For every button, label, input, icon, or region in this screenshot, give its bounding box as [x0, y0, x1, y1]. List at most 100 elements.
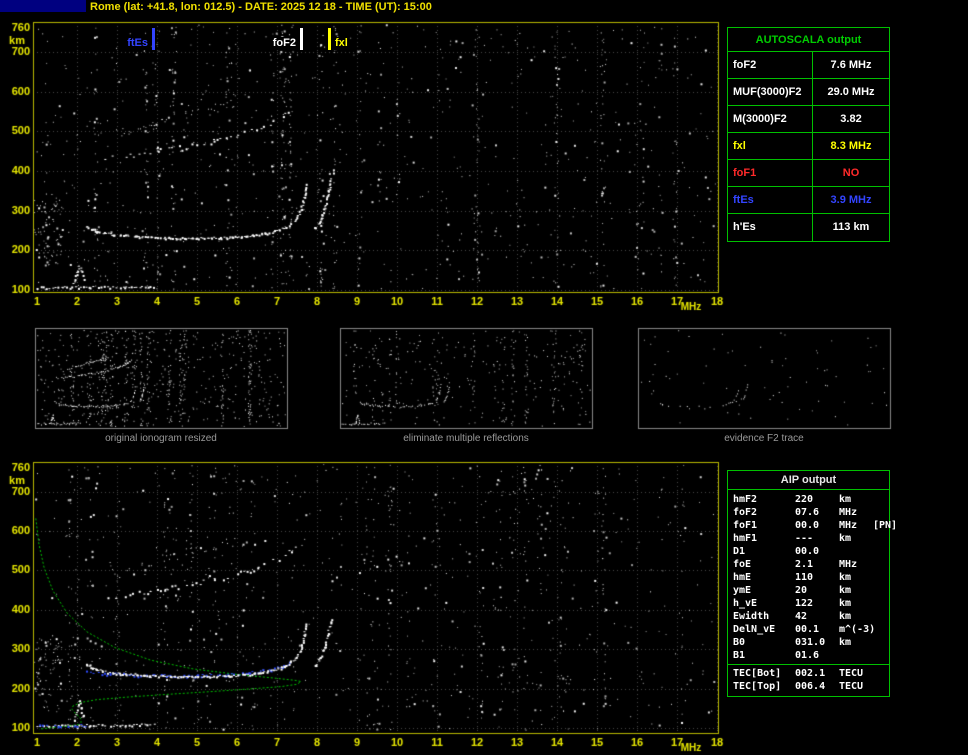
autoscala-row: MUF(3000)F2 29.0 MHz: [728, 79, 889, 106]
aip-row-value: 00.0: [795, 546, 820, 557]
aip-table-title: AIP output: [728, 471, 889, 490]
aip-row: hmF1 --- km: [728, 532, 889, 545]
aip-row-unit: TECU: [839, 681, 864, 692]
aip-row-label: B1: [733, 650, 746, 661]
aip-row-unit: [839, 649, 873, 662]
thumbnail-caption-reflections: eliminate multiple reflections: [403, 433, 529, 444]
aip-row: TEC[Bot] 002.1 TECU: [728, 667, 889, 680]
aip-row-unit: km: [839, 533, 852, 544]
autoscala-row-value: 3.82: [840, 113, 862, 125]
aip-row-label: ymE: [733, 585, 752, 596]
aip-row-label: foF2: [733, 507, 758, 518]
aip-row: B0 031.0 km: [728, 636, 889, 649]
autoscala-row-label: fxl: [728, 133, 813, 159]
aip-row-label: B0: [733, 637, 746, 648]
autoscala-row: foF2 7.6 MHz: [728, 52, 889, 79]
aip-row-value: 002.1: [795, 668, 826, 679]
aip-row-unit: km: [839, 494, 852, 505]
aip-row-unit: MHz: [839, 520, 858, 531]
aip-row-label: D1: [733, 546, 746, 557]
aip-row-value: 42: [795, 611, 808, 622]
thumbnail-caption-original: original ionogram resized: [105, 433, 217, 444]
aip-row-value: 2.1: [795, 559, 814, 570]
aip-row: hmF2 220 km: [728, 493, 889, 506]
aip-tec-separator: [728, 664, 889, 665]
aip-row: DelN_vE 00.1 m^(-3): [728, 623, 889, 636]
autoscala-table-title: AUTOSCALA output: [728, 28, 889, 52]
aip-row-value: 00.1: [795, 624, 820, 635]
aip-row-extra: [873, 597, 889, 610]
aip-row: TEC[Top] 006.4 TECU: [728, 680, 889, 693]
aip-row-value: 031.0: [795, 637, 826, 648]
aip-row-extra: [PN]: [873, 520, 898, 531]
aip-row: B1 01.6: [728, 649, 889, 662]
aip-row: foF1 00.0 MHz [PN]: [728, 519, 897, 532]
aip-row-unit: km: [839, 637, 852, 648]
autoscala-row: h'Es 113 km: [728, 214, 889, 241]
autoscala-row-label: M(3000)F2: [728, 106, 813, 132]
autoscala-row: ftEs 3.9 MHz: [728, 187, 889, 214]
aip-table-rows: hmF2 220 km foF2 07.6 MHz foF1 00.0 MHz [PN] hmF1 -…: [728, 493, 897, 693]
aip-row-unit: km: [839, 585, 852, 596]
aip-row: foE 2.1 MHz: [728, 558, 889, 571]
aip-row-extra: [873, 667, 889, 680]
aip-row-extra: [873, 506, 889, 519]
aip-row: Ewidth 42 km: [728, 610, 889, 623]
autoscala-row: fxl 8.3 MHz: [728, 133, 889, 160]
aip-row-value: 220: [795, 494, 814, 505]
aip-row: h_vE 122 km: [728, 597, 889, 610]
autoscala-row-value: 3.9 MHz: [830, 194, 872, 206]
aip-row-extra: [873, 493, 889, 506]
aip-row-unit: m^(-3): [839, 624, 876, 635]
aip-row-unit: km: [839, 572, 852, 583]
aip-row: D1 00.0: [728, 545, 889, 558]
aip-row-unit: km: [839, 598, 852, 609]
autoscala-table-rows: foF2 7.6 MHz MUF(3000)F2 29.0 MHz M(3000)F2 3…: [728, 52, 889, 241]
aip-row-extra: [873, 545, 889, 558]
titlebar-accent: [0, 0, 86, 12]
aip-row-extra: [873, 649, 889, 662]
aip-row-extra: [873, 532, 889, 545]
autoscala-row: foF1 NO: [728, 160, 889, 187]
aip-row-extra: [873, 571, 889, 584]
aip-row-label: foE: [733, 559, 752, 570]
aip-row-value: 20: [795, 585, 808, 596]
autoscala-row-value: 29.0 MHz: [827, 86, 875, 98]
aip-row-unit: TECU: [839, 668, 864, 679]
autoscala-row-label: foF2: [728, 52, 813, 78]
autoscala-row: M(3000)F2 3.82: [728, 106, 889, 133]
aip-row-value: 07.6: [795, 507, 820, 518]
aip-row-extra: [873, 558, 889, 571]
page-title: Rome (lat: +41.8, lon: 012.5) - DATE: 20…: [90, 1, 432, 13]
aip-row-label: hmF2: [733, 494, 758, 505]
autoscala-row-value: 113 km: [832, 221, 870, 233]
autoscala-row-value: 7.6 MHz: [830, 59, 872, 71]
aip-row-value: 006.4: [795, 681, 826, 692]
aip-row-extra: [873, 623, 889, 636]
aip-row-extra: [873, 636, 889, 649]
aip-row-unit: km: [839, 611, 852, 622]
aip-row: ymE 20 km: [728, 584, 889, 597]
aip-row-label: Ewidth: [733, 611, 770, 622]
aip-output-table: AIP output hmF2 220 km foF2 07.6 MHz foF1 00.0 M…: [727, 470, 897, 697]
autoscala-row-label: ftEs: [728, 187, 813, 213]
autoscala-row-label: h'Es: [728, 214, 813, 241]
aip-row-label: hmE: [733, 572, 752, 583]
aip-row-value: ---: [795, 533, 814, 544]
autoscala-row-label: foF1: [728, 160, 813, 186]
aip-row-label: h_vE: [733, 598, 758, 609]
aip-row-label: DelN_vE: [733, 624, 776, 635]
aip-row: foF2 07.6 MHz: [728, 506, 889, 519]
autoscala-row-label: MUF(3000)F2: [728, 79, 813, 105]
aip-row-label: TEC[Top]: [733, 681, 782, 692]
thumbnail-caption-f2: evidence F2 trace: [724, 433, 804, 444]
autoscala-output-table: AUTOSCALA output foF2 7.6 MHz MUF(3000)F2 2…: [727, 27, 890, 242]
aip-row: hmE 110 km: [728, 571, 889, 584]
autoscala-row-value: 8.3 MHz: [830, 140, 872, 152]
aip-row-value: 01.6: [795, 650, 820, 661]
aip-row-value: 122: [795, 598, 814, 609]
aip-row-unit: MHz: [839, 559, 858, 570]
aip-row-unit: [839, 545, 873, 558]
aip-row-label: foF1: [733, 520, 758, 531]
autoscala-screen: Rome (lat: +41.8, lon: 012.5) - DATE: 20…: [0, 0, 968, 755]
